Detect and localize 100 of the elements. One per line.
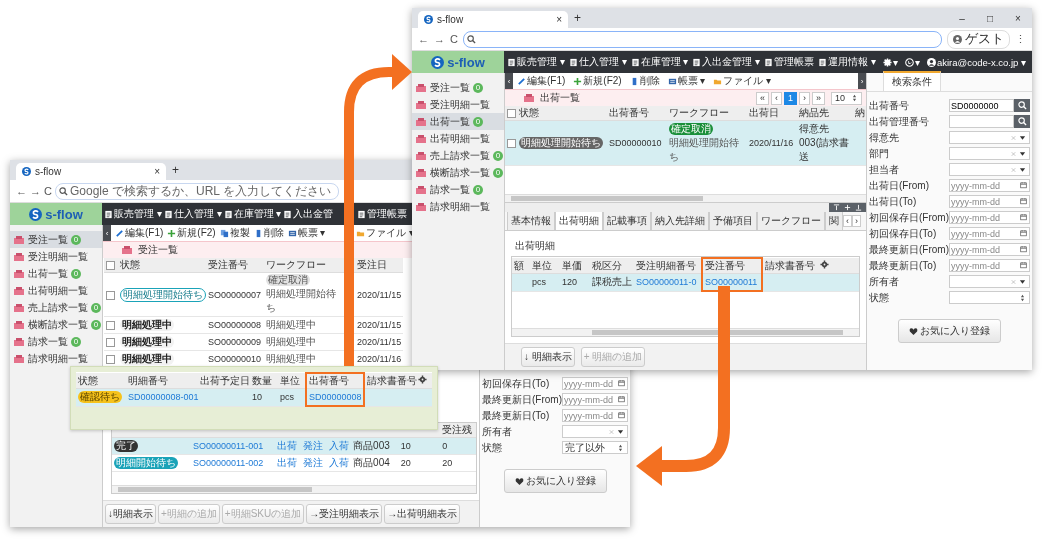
- menu-item[interactable]: 入出金管: [282, 207, 335, 221]
- checkbox[interactable]: [507, 139, 516, 149]
- select-field[interactable]: [949, 291, 1030, 304]
- pane-toolbar[interactable]: [829, 203, 866, 212]
- action-button[interactable]: ↓明細表示: [105, 504, 156, 524]
- column-header[interactable]: 出荷番号: [607, 106, 667, 121]
- menu-item[interactable]: 仕入管理 ▾: [162, 207, 223, 221]
- sidebar-item[interactable]: 出荷一覧 0: [412, 113, 504, 130]
- scrollbar[interactable]: [112, 485, 476, 493]
- menu-item[interactable]: 入出金管理 ▾: [690, 55, 763, 69]
- scroll-right-button[interactable]: ›: [852, 215, 861, 227]
- settings-button[interactable]: ▾: [880, 56, 900, 68]
- toolbar-button[interactable]: 編集(F1): [517, 74, 566, 88]
- toolbar-button[interactable]: 帳票 ▾: [667, 74, 706, 88]
- table-row[interactable]: 明細処理開始待ち SD00000010 確定取消 明細処理開始待ち 2020/11/16 得意先003(請求書送: [505, 120, 866, 166]
- action-link[interactable]: 発注: [303, 439, 324, 453]
- search-button[interactable]: [1014, 115, 1030, 128]
- new-tab-button[interactable]: +: [574, 11, 581, 25]
- checkbox[interactable]: [106, 355, 115, 365]
- sidebar-item[interactable]: 請求明細一覧: [412, 198, 504, 215]
- user-menu[interactable]: akira@code-x.co.jp ▾: [924, 56, 1028, 68]
- toolbar-button[interactable]: 複製: [219, 226, 250, 240]
- menu-item[interactable]: 管理帳票: [356, 207, 408, 221]
- forward-button[interactable]: →: [434, 33, 445, 45]
- column-header[interactable]: 請求書番号: [762, 258, 818, 274]
- address-field[interactable]: [462, 30, 942, 48]
- reload-button[interactable]: C: [450, 33, 458, 45]
- browser-tab[interactable]: s-flow ×: [418, 11, 568, 28]
- action-link[interactable]: 入荷: [329, 456, 350, 470]
- select-field[interactable]: 完了以外: [562, 441, 628, 454]
- column-header[interactable]: 状態: [118, 258, 206, 273]
- action-link[interactable]: 発注: [303, 456, 324, 470]
- column-header[interactable]: 数量: [250, 373, 278, 389]
- maximize-button[interactable]: □: [976, 12, 1004, 24]
- toolbar-button[interactable]: ファイル ▾: [713, 74, 772, 88]
- page-button[interactable]: ›: [798, 91, 810, 105]
- column-header[interactable]: 状態: [517, 106, 607, 121]
- scrollbar[interactable]: [512, 328, 859, 336]
- sidebar-item[interactable]: 請求一覧 0: [10, 333, 102, 350]
- search-field[interactable]: SD0000000: [949, 99, 1014, 112]
- date-field[interactable]: yyyy-mm-dd: [562, 393, 628, 406]
- column-header[interactable]: ワークフロー: [667, 106, 747, 121]
- toolbar-button[interactable]: 削除: [629, 74, 660, 88]
- select-field[interactable]: [949, 275, 1030, 288]
- date-field[interactable]: yyyy-mm-dd: [949, 227, 1030, 240]
- date-field[interactable]: yyyy-mm-dd: [949, 243, 1030, 256]
- sidebar-item[interactable]: 受注明細一覧: [412, 96, 504, 113]
- back-button[interactable]: ←: [16, 185, 27, 197]
- clear-icon[interactable]: [1010, 165, 1017, 174]
- toolbar-button[interactable]: 削除: [253, 226, 284, 240]
- column-header[interactable]: 額: [512, 258, 530, 274]
- sidebar-item[interactable]: 請求明細一覧: [10, 350, 102, 367]
- column-header[interactable]: 納: [853, 106, 866, 121]
- sidebar-item[interactable]: 受注一覧 0: [412, 79, 504, 96]
- page-button[interactable]: «: [755, 91, 769, 105]
- column-header[interactable]: 受注番号: [702, 258, 762, 274]
- column-header[interactable]: 出荷予定日: [198, 373, 250, 389]
- column-header[interactable]: 単価: [560, 258, 590, 274]
- favorite-button[interactable]: お気に入り登録: [503, 469, 607, 493]
- tab[interactable]: 出荷明細: [555, 210, 603, 230]
- checkbox[interactable]: [106, 338, 115, 348]
- menu-button[interactable]: ⋮: [1015, 32, 1026, 46]
- clear-icon[interactable]: [608, 427, 615, 436]
- table-row[interactable]: 完了 SO00000011-001 出荷 発注 入荷 商品003 10 0: [112, 437, 476, 455]
- column-header[interactable]: 状態: [76, 373, 126, 389]
- column-header[interactable]: 出荷日: [747, 106, 797, 121]
- settings-icon[interactable]: [418, 375, 427, 384]
- column-header[interactable]: 単位: [278, 373, 306, 389]
- column-header[interactable]: 単位: [530, 258, 560, 274]
- menu-item[interactable]: 管理帳票: [762, 55, 817, 69]
- action-link[interactable]: 出荷: [277, 456, 298, 470]
- sidebar-item[interactable]: 受注一覧 0: [10, 231, 102, 248]
- line-number-link[interactable]: SO00000011-002: [193, 458, 264, 468]
- toolbar-button[interactable]: 新規(F2): [167, 226, 216, 240]
- menu-item[interactable]: 販売管理 ▾: [103, 207, 163, 221]
- menu-item[interactable]: 販売管理 ▾: [505, 55, 567, 69]
- sidebar-item[interactable]: 売上請求一覧 0: [10, 299, 102, 316]
- date-field[interactable]: yyyy-mm-dd: [562, 409, 628, 422]
- date-field[interactable]: yyyy-mm-dd: [562, 377, 628, 390]
- table-row[interactable]: 明細開始待ち SO00000011-002 出荷 発注 入荷 商品004 20 20: [112, 454, 476, 472]
- select-field[interactable]: [949, 163, 1030, 176]
- checkbox[interactable]: [106, 290, 115, 300]
- sidebar-item[interactable]: 出荷一覧 0: [10, 265, 102, 282]
- minimize-button[interactable]: –: [948, 12, 976, 24]
- menu-item[interactable]: 在庫管理 ▾: [222, 207, 283, 221]
- table-row[interactable]: 確認待ち SD00000008-001 10 pcs SD00000008: [76, 388, 432, 406]
- menu-item[interactable]: 運用情報 ▾: [816, 55, 878, 69]
- sidebar-item[interactable]: 横断請求一覧 0: [412, 164, 504, 181]
- clear-icon[interactable]: [1010, 133, 1017, 142]
- date-field[interactable]: yyyy-mm-dd: [949, 179, 1030, 192]
- column-header[interactable]: 税区分: [590, 258, 634, 274]
- column-header[interactable]: 受注明細番号: [634, 258, 702, 274]
- language-button[interactable]: ▾: [902, 56, 922, 68]
- search-field[interactable]: [949, 115, 1014, 128]
- search-button[interactable]: [1014, 99, 1030, 112]
- page-button[interactable]: ‹: [770, 91, 782, 105]
- browser-tab[interactable]: s-flow ×: [16, 163, 166, 180]
- back-button[interactable]: ←: [418, 33, 429, 45]
- date-field[interactable]: yyyy-mm-dd: [949, 259, 1030, 272]
- table-row[interactable]: pcs 120 課税売上 SO00000011-0 SO00000011: [512, 273, 859, 291]
